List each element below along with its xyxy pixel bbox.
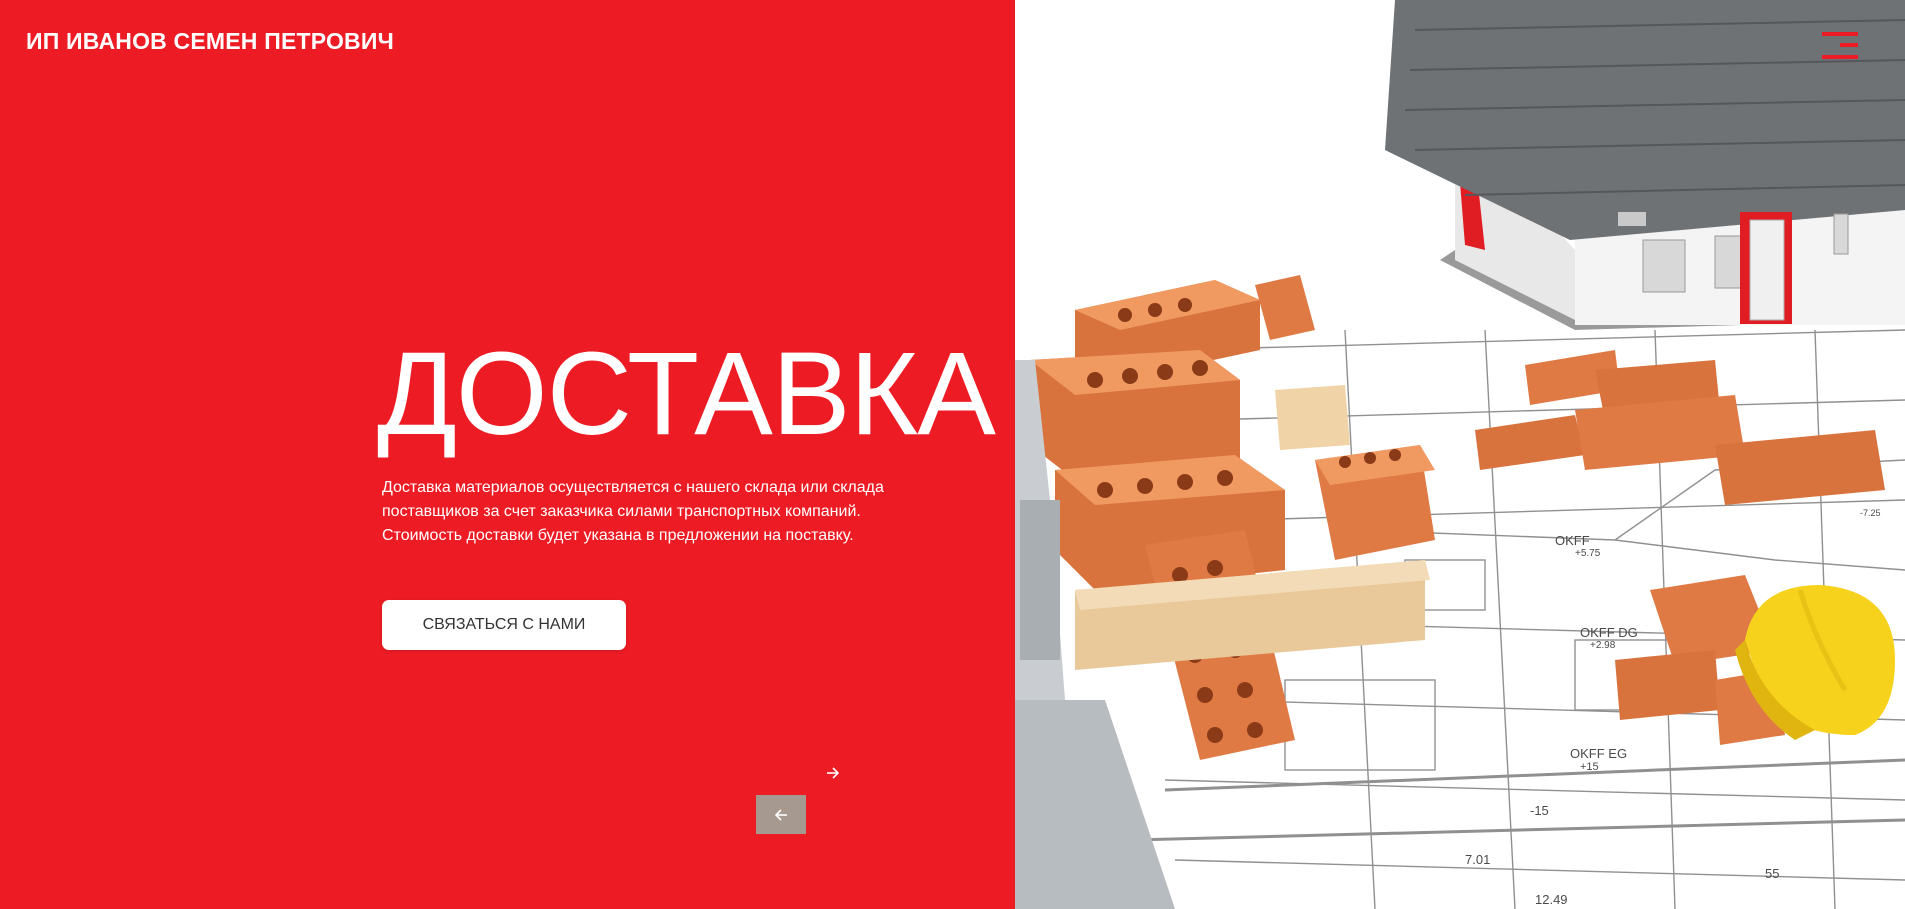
hero-description: Доставка материалов осуществляется с наш… <box>382 479 884 544</box>
hamburger-menu-button[interactable] <box>1822 30 1858 62</box>
blueprint-label-okff: OKFF <box>1555 533 1590 548</box>
blueprint-dimension-4: -7.25 <box>1860 508 1881 518</box>
blueprint-label-okff-eg: OKFF EG <box>1570 746 1627 761</box>
blueprint-dimension-2: 12.49 <box>1535 892 1568 907</box>
blueprint-dimension-1: 7.01 <box>1465 852 1490 867</box>
menu-line <box>1822 55 1858 59</box>
blueprint-label-okff-val: +5.75 <box>1575 548 1601 559</box>
construction-illustration: OKFF +5.75 OKFF DG +2.98 OKFF EG +15 -15… <box>1015 0 1905 909</box>
menu-line <box>1822 32 1858 36</box>
blueprint-label-okff-eg-val: +15 <box>1580 761 1599 773</box>
arrow-right-icon <box>827 767 840 779</box>
slider-next-button[interactable] <box>822 764 844 782</box>
company-name[interactable]: ИП ИВАНОВ СЕМЕН ПЕТРОВИЧ <box>26 28 394 55</box>
slider-prev-button[interactable] <box>756 795 806 834</box>
blueprint-dimension-3: 55 <box>1765 866 1779 881</box>
blueprint-label-okff-dg: OKFF DG <box>1580 625 1638 640</box>
contact-us-button[interactable]: СВЯЗАТЬСЯ С НАМИ <box>382 600 626 650</box>
arrow-left-icon <box>774 808 787 821</box>
blueprint-label-okff-dg-val: +2.98 <box>1590 640 1616 651</box>
blueprint-label-minus15: -15 <box>1530 803 1549 818</box>
menu-line <box>1840 43 1858 47</box>
hero-title: ДОСТАВКА <box>377 328 996 460</box>
hero-image-panel: OKFF +5.75 OKFF DG +2.98 OKFF EG +15 -15… <box>1015 0 1905 909</box>
